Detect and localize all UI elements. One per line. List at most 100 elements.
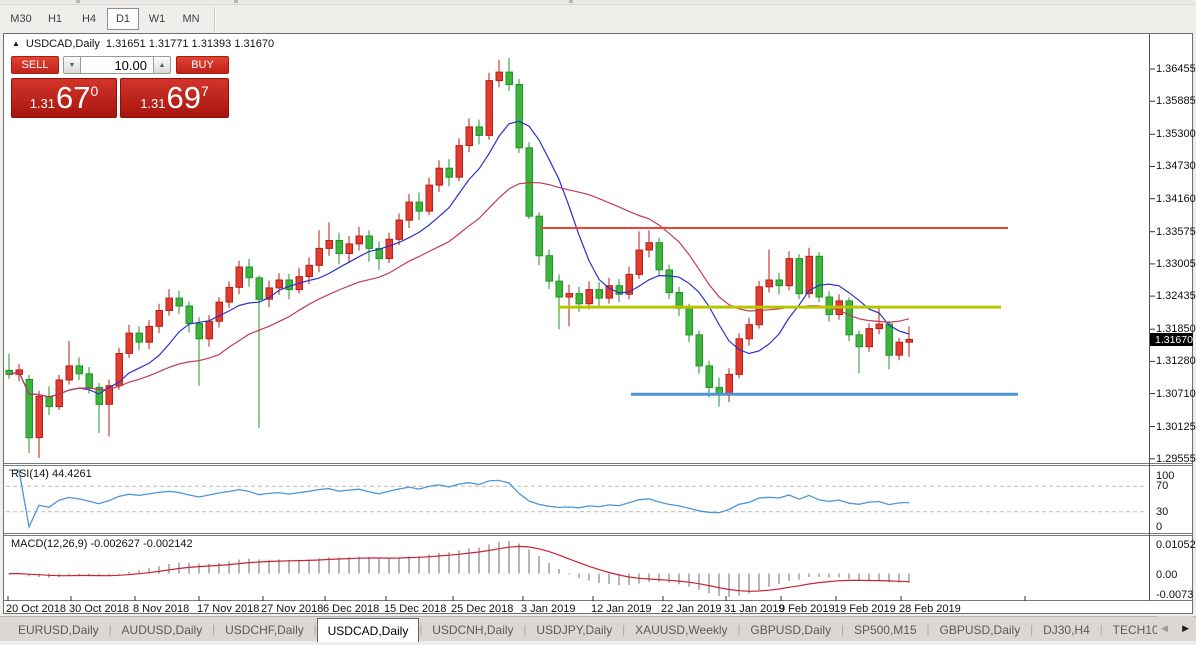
- macd-histogram-bar: [668, 573, 670, 583]
- buy-price-tile[interactable]: 1.31 69 7: [120, 78, 229, 118]
- price-chart-canvas[interactable]: [4, 34, 1192, 613]
- date-axis-label: 27 Nov 2018: [261, 603, 324, 615]
- date-axis-label: 15 Dec 2018: [384, 603, 447, 615]
- sell-button[interactable]: SELL: [11, 56, 59, 74]
- sell-price-tile[interactable]: 1.31 67 0: [11, 78, 117, 118]
- candle: [55, 374, 63, 410]
- candle: [125, 324, 133, 358]
- candle: [435, 160, 443, 192]
- symbol-tab-usdcad-3[interactable]: USDCAD,Daily: [316, 618, 420, 642]
- symbol-tab-audusd-1[interactable]: AUDUSD,Daily: [112, 617, 213, 642]
- price-axis-label: 1.31280: [1156, 355, 1196, 367]
- candle: [415, 192, 423, 221]
- candle: [535, 212, 543, 266]
- candle: [645, 230, 653, 258]
- macd-histogram-bar: [688, 573, 690, 587]
- symbol-tab-usdjpy-5[interactable]: USDJPY,Daily: [526, 617, 622, 642]
- volume-input[interactable]: [81, 56, 153, 74]
- macd-histogram-bar: [798, 573, 800, 580]
- candle: [515, 78, 523, 153]
- toolbar-fragment: [76, 0, 80, 3]
- candle: [195, 317, 203, 386]
- macd-histogram-bar: [608, 573, 610, 584]
- tab-scroll-right-icon[interactable]: ▶: [1182, 623, 1189, 634]
- date-axis-label: 8 Nov 2018: [133, 603, 190, 615]
- symbol-tab-dj30-10[interactable]: DJ30,H4: [1033, 617, 1100, 642]
- candle: [25, 374, 33, 453]
- date-axis-label: 3 Jan 2019: [521, 603, 576, 615]
- candle: [65, 341, 73, 385]
- macd-histogram-bar: [878, 573, 880, 581]
- macd-histogram-bar: [758, 573, 760, 590]
- price-axis-label: 1.33575: [1156, 226, 1196, 238]
- candle: [635, 231, 643, 279]
- candle: [725, 368, 733, 403]
- volume-decrease-button[interactable]: ▼: [63, 56, 81, 74]
- candle: [715, 377, 723, 407]
- symbol-tab-gbpusd-9[interactable]: GBPUSD,Daily: [930, 617, 1031, 642]
- chart-area: ▲ USDCAD,Daily 1.31651 1.31771 1.31393 1…: [4, 34, 1196, 615]
- buy-button[interactable]: BUY: [176, 56, 229, 74]
- macd-histogram-bar: [868, 573, 870, 581]
- price-axis-label: 1.35885: [1156, 95, 1196, 107]
- macd-histogram-bar: [858, 573, 860, 581]
- date-axis-label: 17 Nov 2018: [197, 603, 260, 615]
- symbol-tab-eurusd-0[interactable]: EURUSD,Daily: [8, 617, 109, 642]
- candle: [885, 320, 893, 370]
- candle: [445, 159, 453, 187]
- macd-histogram-bar: [208, 563, 210, 574]
- macd-histogram-bar: [308, 559, 310, 574]
- chart-title-row: ▲ USDCAD,Daily 1.31651 1.31771 1.31393 1…: [12, 37, 274, 50]
- timeframe-button-w1[interactable]: W1: [141, 8, 173, 30]
- candle: [5, 353, 13, 379]
- macd-histogram-bar: [188, 562, 190, 574]
- candle: [485, 72, 493, 140]
- candle: [665, 264, 673, 300]
- candle: [625, 266, 633, 300]
- symbol-tab-gbpusd-7[interactable]: GBPUSD,Daily: [740, 617, 841, 642]
- candle: [225, 281, 233, 308]
- symbol-tab-bar: EURUSD,Daily | AUDUSD,Daily | USDCHF,Daily | U…: [0, 616, 1196, 642]
- macd-histogram-bar: [418, 555, 420, 574]
- candle: [905, 326, 913, 357]
- macd-histogram-bar: [498, 541, 500, 574]
- macd-histogram-bar: [428, 554, 430, 574]
- price-axis-label: 1.32435: [1156, 290, 1196, 302]
- macd-histogram-bar: [778, 573, 780, 585]
- price-axis-label: 1.33005: [1156, 258, 1196, 270]
- candle: [655, 237, 663, 277]
- macd-histogram-bar: [828, 573, 830, 578]
- collapse-panel-icon[interactable]: ▲: [12, 39, 20, 49]
- candle: [795, 254, 803, 300]
- timeframe-button-mn[interactable]: MN: [175, 8, 207, 30]
- symbol-tab-sp500-8[interactable]: SP500,M15: [844, 617, 927, 642]
- macd-histogram-bar: [748, 573, 750, 594]
- date-axis-label: 22 Jan 2019: [661, 603, 722, 615]
- candle: [385, 232, 393, 264]
- candle: [505, 58, 513, 92]
- timeframe-button-d1[interactable]: D1: [107, 8, 139, 30]
- application-window: M30 H1 H4 D1 W1 MN ▲ USDCAD,Daily 1.31651 1.3…: [0, 0, 1196, 645]
- chart-window: ▲ USDCAD,Daily 1.31651 1.31771 1.31393 1…: [3, 33, 1196, 615]
- macd-axis-label: 0.00: [1156, 569, 1178, 581]
- candle: [345, 236, 353, 264]
- candle: [325, 222, 333, 256]
- macd-histogram-bar: [518, 543, 520, 574]
- timeframe-button-h4[interactable]: H4: [73, 8, 105, 30]
- price-axis-label: 1.35300: [1156, 128, 1196, 140]
- volume-increase-button[interactable]: ▲: [153, 56, 171, 74]
- candle: [165, 289, 173, 316]
- macd-histogram-bar: [538, 556, 540, 574]
- timeframe-button-h1[interactable]: H1: [39, 8, 71, 30]
- symbol-tab-xauusd-6[interactable]: XAUUSD,Weekly: [625, 617, 737, 642]
- tab-scroll-left-icon[interactable]: ◀: [1161, 623, 1168, 634]
- timeframe-button-m30[interactable]: M30: [5, 8, 37, 30]
- symbol-tab-usdcnh-4[interactable]: USDCNH,Daily: [422, 617, 523, 642]
- date-axis-label: 6 Dec 2018: [323, 603, 380, 615]
- window-bottom-strip: [0, 641, 1196, 645]
- sell-price-prefix: 1.31: [29, 96, 56, 111]
- symbol-tab-usdchf-2[interactable]: USDCHF,Daily: [215, 617, 314, 642]
- candle: [775, 272, 783, 295]
- macd-histogram-bar: [348, 557, 350, 574]
- candle: [525, 142, 533, 219]
